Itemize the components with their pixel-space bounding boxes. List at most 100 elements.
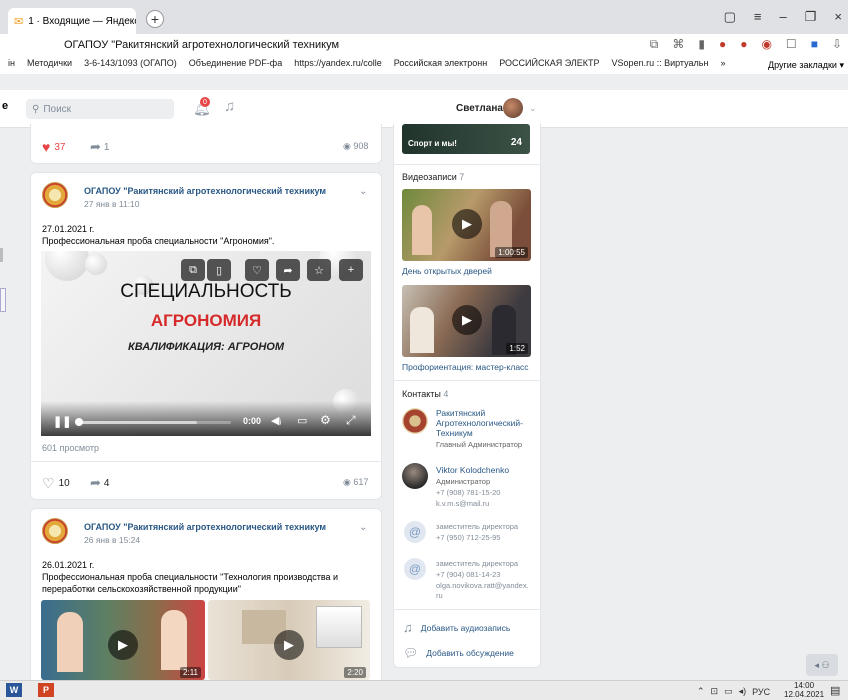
avatar[interactable] (42, 182, 68, 208)
bookmark-item[interactable]: VSopen.ru :: Виртуальн (612, 58, 709, 74)
avatar[interactable] (42, 518, 68, 544)
extension-icon[interactable]: ● (740, 37, 747, 52)
post-date[interactable]: 26 янв в 15:24 (84, 535, 140, 545)
extension-icon[interactable]: ■ (811, 37, 818, 52)
heart-outline-icon[interactable]: ♡ (245, 259, 269, 281)
volume-icon[interactable]: ◀ᵢ (271, 414, 281, 427)
add-discussion-button[interactable]: 💬︎ Добавить обсуждение (403, 646, 514, 660)
avatar[interactable] (402, 408, 428, 434)
video-title-link[interactable]: Профориентация: мастер-класс (402, 362, 529, 372)
extension-icon[interactable]: ● (719, 37, 726, 52)
like-button[interactable]: ♥ 37 (42, 139, 65, 155)
extension-icon[interactable]: ◉ (761, 37, 771, 52)
address-bar-icons: ⧉ ⌘ ▮ ● ● ◉ ☐ ■ ⇩ (650, 37, 842, 52)
video-thumbnail[interactable]: ▶ 2:20 (208, 600, 370, 680)
open-external-icon[interactable]: ⧉ (181, 259, 205, 281)
powerpoint-app-icon[interactable]: P (38, 683, 54, 697)
copy-icon[interactable]: ⧉ (650, 37, 659, 52)
gear-icon[interactable]: ⚙ (320, 413, 331, 427)
language-indicator[interactable]: РУС (752, 687, 770, 697)
fullscreen-icon[interactable]: ⤢ (346, 413, 356, 428)
bookmarks-icon[interactable]: ▢ (724, 9, 736, 25)
bookmark-item[interactable]: ін (8, 58, 15, 74)
chevron-down-icon[interactable]: ⌄ (529, 103, 537, 114)
contact-name[interactable]: Ракитянский (436, 408, 485, 418)
word-app-icon[interactable]: W (6, 683, 22, 697)
play-icon[interactable]: ▶ (108, 630, 138, 660)
video-subheading: АГРОНОМИЯ (150, 311, 262, 330)
bookmark-item[interactable]: 3-6-143/1093 (ОГАПО) (84, 58, 177, 74)
chat-widget-button[interactable]: ◂ ⚇ (806, 654, 838, 676)
mini-player-icon[interactable]: ▭ (297, 414, 307, 427)
bookmark-item[interactable]: Объединение PDF-фа (189, 58, 282, 74)
other-bookmarks[interactable]: Другие закладки ▾ (768, 60, 844, 71)
post-text: Профессиональная проба специальности "Аг… (42, 236, 275, 246)
album-thumbnail[interactable]: Спорт и мы! 24 (402, 124, 530, 154)
contact-name[interactable]: Агротехнологический- (436, 418, 523, 428)
video-time: 0:00 (243, 416, 262, 426)
contacts-section-title[interactable]: Контакты 4 (402, 389, 448, 399)
play-icon[interactable]: ▶ (274, 630, 304, 660)
notifications-icon[interactable]: ▤ (830, 684, 840, 697)
chevron-down-icon[interactable]: ⌄ (359, 186, 367, 197)
contact-email[interactable]: k.v.m.s@mail.ru (436, 499, 489, 509)
post-author[interactable]: ОГАПОУ "Ракитянский агротехнологический … (84, 186, 326, 196)
bookmark-item[interactable]: Российская электронн (394, 58, 487, 74)
menu-icon[interactable]: ≡ (754, 9, 762, 25)
share-button[interactable]: ➦ 1 (90, 139, 109, 155)
close-window-icon[interactable]: × (834, 9, 842, 25)
extension-icon[interactable]: ☐ (786, 37, 797, 52)
pause-icon[interactable]: ❚❚ (53, 415, 71, 428)
translate-icon[interactable]: ⌘ (672, 37, 684, 52)
contact-name[interactable]: Viktor Kolodchenko (436, 465, 509, 475)
download-icon[interactable]: ⇩ (832, 37, 842, 52)
display-icon[interactable]: ▭ (724, 686, 733, 697)
post-date[interactable]: 27 янв в 11:10 (84, 199, 140, 209)
heart-icon: ♥ (42, 139, 51, 155)
restore-icon[interactable]: ❐ (805, 9, 817, 25)
chevron-down-icon[interactable]: ⌄ (359, 522, 367, 533)
new-tab-button[interactable]: + (146, 10, 164, 28)
add-audio-button[interactable]: ♫ Добавить аудиозапись (403, 620, 510, 635)
bookmarks-bar: ін Методички 3-6-143/1093 (ОГАПО) Объеди… (0, 58, 848, 74)
search-input[interactable]: ⚲ Поиск (26, 99, 174, 119)
bookmark-item[interactable]: https://yandex.ru/colle (294, 58, 382, 74)
bookmark-overflow[interactable]: » (720, 58, 725, 74)
avatar[interactable] (503, 98, 523, 118)
contact-name[interactable]: Техникум (436, 428, 473, 438)
network-icon[interactable]: ⊡ (711, 686, 719, 697)
chevron-up-icon[interactable]: ⌃ (697, 686, 705, 697)
contact-email[interactable]: ru (436, 591, 443, 601)
user-name[interactable]: Светлана (456, 103, 503, 114)
video-progress-track[interactable] (75, 418, 231, 426)
heart-outline-icon: ♡ (42, 475, 55, 491)
play-icon[interactable]: ▶ (452, 305, 482, 335)
clock[interactable]: 14:00 12.04.2021 (784, 681, 824, 699)
person-figure (412, 205, 432, 255)
video-title-link[interactable]: День открытых дверей (402, 266, 492, 276)
volume-icon[interactable]: ◂) (739, 686, 747, 697)
divider (393, 609, 541, 610)
contact-email[interactable]: olga.novikova.ratt@yandex. (436, 581, 529, 591)
like-button[interactable]: ♡ 10 (42, 475, 70, 492)
bookmark-icon[interactable]: ▮ (698, 37, 705, 52)
video-thumbnail[interactable]: ▶ 1:00:55 (402, 189, 531, 261)
music-icon[interactable]: ♫ (224, 98, 235, 115)
add-icon[interactable]: + (339, 259, 363, 281)
videos-section-title[interactable]: Видеозаписи 7 (402, 172, 464, 182)
wall-poster (316, 606, 362, 648)
video-progress-handle[interactable] (75, 418, 83, 426)
star-icon[interactable]: ☆ (307, 259, 331, 281)
video-thumbnail[interactable]: ▶ 2:11 (41, 600, 205, 680)
play-icon[interactable]: ▶ (452, 209, 482, 239)
video-thumbnail[interactable]: ▶ 1:52 (402, 285, 531, 357)
browser-tab[interactable]: ✉ 1 · Входящие — Яндекс.П × (8, 8, 136, 34)
post-author[interactable]: ОГАПОУ "Ракитянский агротехнологический … (84, 522, 326, 532)
minimize-icon[interactable]: – (780, 9, 787, 25)
bookmark-item[interactable]: РОССИЙСКАЯ ЭЛЕКТР (499, 58, 599, 74)
share-button[interactable]: ➦ 4 (90, 475, 109, 491)
bookmark-icon[interactable]: ▯ (207, 259, 231, 281)
share-icon[interactable]: ➦ (276, 259, 300, 281)
avatar[interactable] (402, 463, 428, 489)
bookmark-item[interactable]: Методички (27, 58, 72, 74)
